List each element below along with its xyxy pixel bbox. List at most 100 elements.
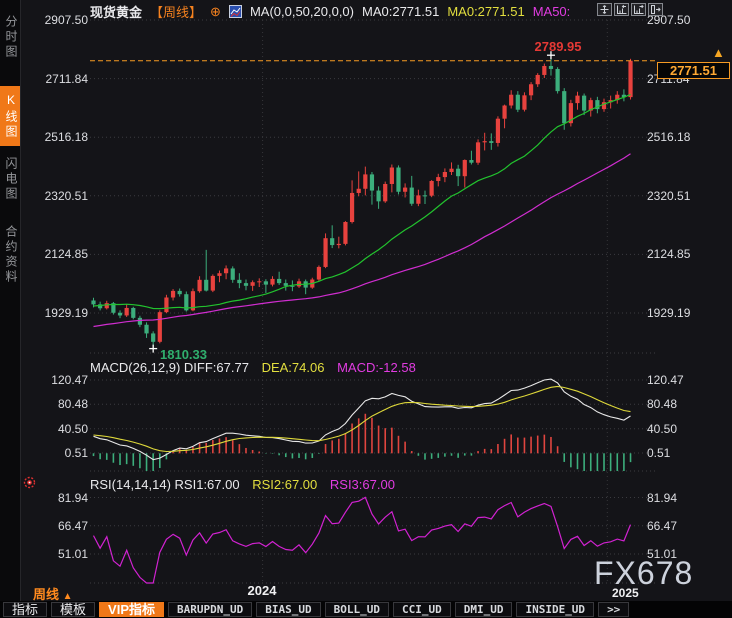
ma50-line <box>94 154 631 327</box>
candle-body <box>430 181 434 196</box>
macd-dea-line <box>94 386 631 451</box>
toolbar-item-indicators[interactable]: 指标 <box>3 602 47 617</box>
sidebar-tab-timeline-chart[interactable]: 分时图 <box>0 6 20 68</box>
price-up-arrow-icon: ▲ <box>712 45 725 60</box>
candle-body <box>131 308 135 318</box>
axis-tick-label: 2516.18 <box>28 130 88 144</box>
candle-body <box>277 279 281 283</box>
candle-body <box>197 280 201 291</box>
ma-settings-label: MA(0,0,50,20,0,0) <box>250 4 354 19</box>
candle-body <box>244 283 248 286</box>
current-price-box: 2771.51 <box>657 62 730 79</box>
toolbar-item-inside[interactable]: INSIDE_UD <box>516 602 594 617</box>
rsi3-value: RSI3:67.00 <box>330 477 395 492</box>
toolbar-item-barupdn[interactable]: BARUPDN_UD <box>168 602 252 617</box>
candle-body <box>237 280 241 283</box>
add-indicator-icon[interactable]: ⊕ <box>210 4 221 20</box>
axis-tick-label: 2124.85 <box>28 247 88 261</box>
candle-body <box>105 303 109 308</box>
rsi-line <box>94 497 631 583</box>
candle-body <box>164 297 168 312</box>
toolbar-item-boll[interactable]: BOLL_UD <box>325 602 389 617</box>
candle-body <box>383 184 387 201</box>
candle-body <box>516 95 520 110</box>
candle-body <box>204 280 208 291</box>
axis-tick-label: 81.94 <box>647 491 677 505</box>
axis-tick-label: 2711.84 <box>28 72 88 86</box>
axis-tick-label: 2516.18 <box>647 130 690 144</box>
toolbar-item-cci[interactable]: CCI_UD <box>393 602 451 617</box>
rsi1-title: RSI(14,14,14) RSI1:67.00 <box>90 477 240 492</box>
axis-tick-label: 2320.51 <box>647 189 690 203</box>
candle-body <box>337 244 341 245</box>
candle-body <box>456 169 460 176</box>
chart-header: 现货黄金 【周线】 ⊕ MA(0,0,50,20,0,0) MA0:2771.5… <box>90 2 570 21</box>
chart-canvas[interactable] <box>0 0 732 618</box>
chart-app: 分时图 K线图 闪电图 合约资料 现货黄金 【周线】 ⊕ MA(0,0,50,2… <box>0 0 732 618</box>
candle-body <box>436 177 440 181</box>
macd-dea-value: DEA:74.06 <box>262 360 325 375</box>
candle-body <box>251 282 255 286</box>
candle-body <box>91 300 95 304</box>
candle-body <box>542 66 546 75</box>
candle-body <box>323 238 327 267</box>
pan-icon[interactable] <box>597 3 612 16</box>
candle-body <box>443 172 447 177</box>
axis-tick-label: 66.47 <box>28 519 88 533</box>
candle-body <box>125 308 129 315</box>
sidebar-tab-lightning-chart[interactable]: 闪电图 <box>0 148 20 210</box>
axis-tick-label: 0.51 <box>28 446 88 460</box>
axis-tick-label: 120.47 <box>647 373 684 387</box>
candle-body <box>582 96 586 111</box>
macd-title: MACD(26,12,9) DIFF:67.77 <box>90 360 249 375</box>
candle-body <box>496 119 500 143</box>
ma20-line <box>94 94 631 308</box>
exit-chart-icon[interactable] <box>648 3 663 16</box>
candle-body <box>151 333 155 341</box>
candle-body <box>549 66 553 69</box>
period-tag: 【周线】 <box>150 2 202 21</box>
toolbar-item-templates[interactable]: 模板 <box>51 602 95 617</box>
period-label: 周线 <box>33 587 59 602</box>
candle-body <box>284 283 288 286</box>
indicator-toolbar: 指标 模板 VIP指标 BARUPDN_UD BIAS_UD BOLL_UD C… <box>0 601 732 618</box>
sidebar-tab-contract-info[interactable]: 合约资料 <box>0 214 20 296</box>
chart-type-sidebar: 分时图 K线图 闪电图 合约资料 <box>0 0 21 618</box>
macd-value: MACD:-12.58 <box>337 360 416 375</box>
candle-body <box>396 168 400 192</box>
rsi-header: RSI(14,14,14) RSI1:67.00 RSI2:67.00 RSI3… <box>90 477 404 492</box>
candle-body <box>171 291 175 298</box>
toolbar-item-more[interactable]: >> <box>598 602 629 617</box>
toolbar-item-dmi[interactable]: DMI_UD <box>455 602 513 617</box>
sidebar-tab-kline-chart[interactable]: K线图 <box>0 86 20 146</box>
candle-body <box>556 69 560 91</box>
toolbar-item-vip-indicators[interactable]: VIP指标 <box>99 602 164 617</box>
candle-body <box>376 191 380 202</box>
chart-window-controls <box>597 3 663 16</box>
chart-icon <box>229 5 242 18</box>
candle-body <box>469 160 473 163</box>
candle-body <box>449 169 453 172</box>
candle-body <box>410 188 414 204</box>
axis-tick-label: 2320.51 <box>28 189 88 203</box>
axis-tick-label: 80.48 <box>28 397 88 411</box>
alert-record-icon[interactable] <box>23 476 36 494</box>
candle-body <box>370 174 374 190</box>
toolbar-item-bias[interactable]: BIAS_UD <box>256 602 320 617</box>
candle-body <box>423 195 427 196</box>
candle-body <box>178 291 182 294</box>
candle-body <box>562 91 566 123</box>
candle-body <box>357 189 361 193</box>
axis-tick-label: 2124.85 <box>647 247 690 261</box>
candle-body <box>489 141 493 143</box>
candle-body <box>217 273 221 276</box>
candle-body <box>118 313 122 316</box>
candle-body <box>231 268 235 279</box>
candle-body <box>350 193 354 222</box>
scale-right-icon[interactable] <box>631 3 646 16</box>
candle-body <box>463 160 467 176</box>
axis-tick-label: 0.51 <box>647 446 670 460</box>
candle-body <box>264 281 268 284</box>
scale-left-icon[interactable] <box>614 3 629 16</box>
candle-body <box>390 168 394 184</box>
